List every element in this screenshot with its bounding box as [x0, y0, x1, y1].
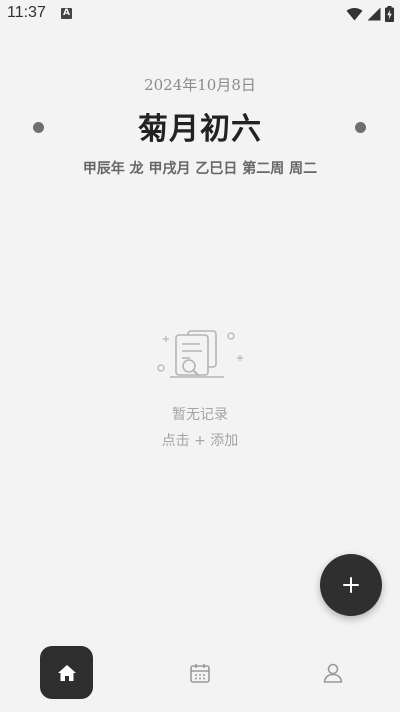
nav-home[interactable] — [40, 646, 93, 699]
user-icon — [323, 663, 343, 683]
gregorian-date: 2024年10月8日 — [144, 76, 256, 94]
bottom-navigation — [0, 640, 400, 712]
next-day-button[interactable] — [355, 122, 366, 133]
status-time: 11:37 — [7, 4, 46, 21]
empty-state-hint: 点击 + 添加 — [161, 433, 239, 449]
nav-profile[interactable] — [306, 646, 360, 700]
status-icons — [346, 5, 394, 23]
battery-charging-icon — [385, 6, 394, 22]
wifi-icon — [346, 7, 363, 21]
app-notification-icon: A — [61, 8, 72, 19]
signal-icon — [367, 7, 381, 21]
status-bar: 11:37 A — [0, 0, 400, 28]
lunar-date-title: 菊月初六 — [138, 112, 262, 147]
home-icon — [57, 664, 76, 681]
ganzhi-info: 甲辰年 龙 甲戌月 乙巳日 第二周 周二 — [82, 161, 318, 177]
plus-icon — [343, 577, 359, 593]
nav-calendar[interactable] — [173, 646, 227, 700]
lunar-date-row: 菊月初六 — [0, 104, 400, 150]
add-record-button[interactable] — [320, 554, 382, 616]
app-notification-letter: A — [63, 8, 70, 18]
calendar-icon — [190, 664, 210, 683]
empty-records-icon — [157, 330, 243, 378]
app-screen: 11:37 A 2024年10月8日 菊月初六 甲辰年 龙 甲戌月 乙巳日 第二… — [0, 0, 400, 712]
empty-state-title: 暂无记录 — [172, 407, 228, 423]
